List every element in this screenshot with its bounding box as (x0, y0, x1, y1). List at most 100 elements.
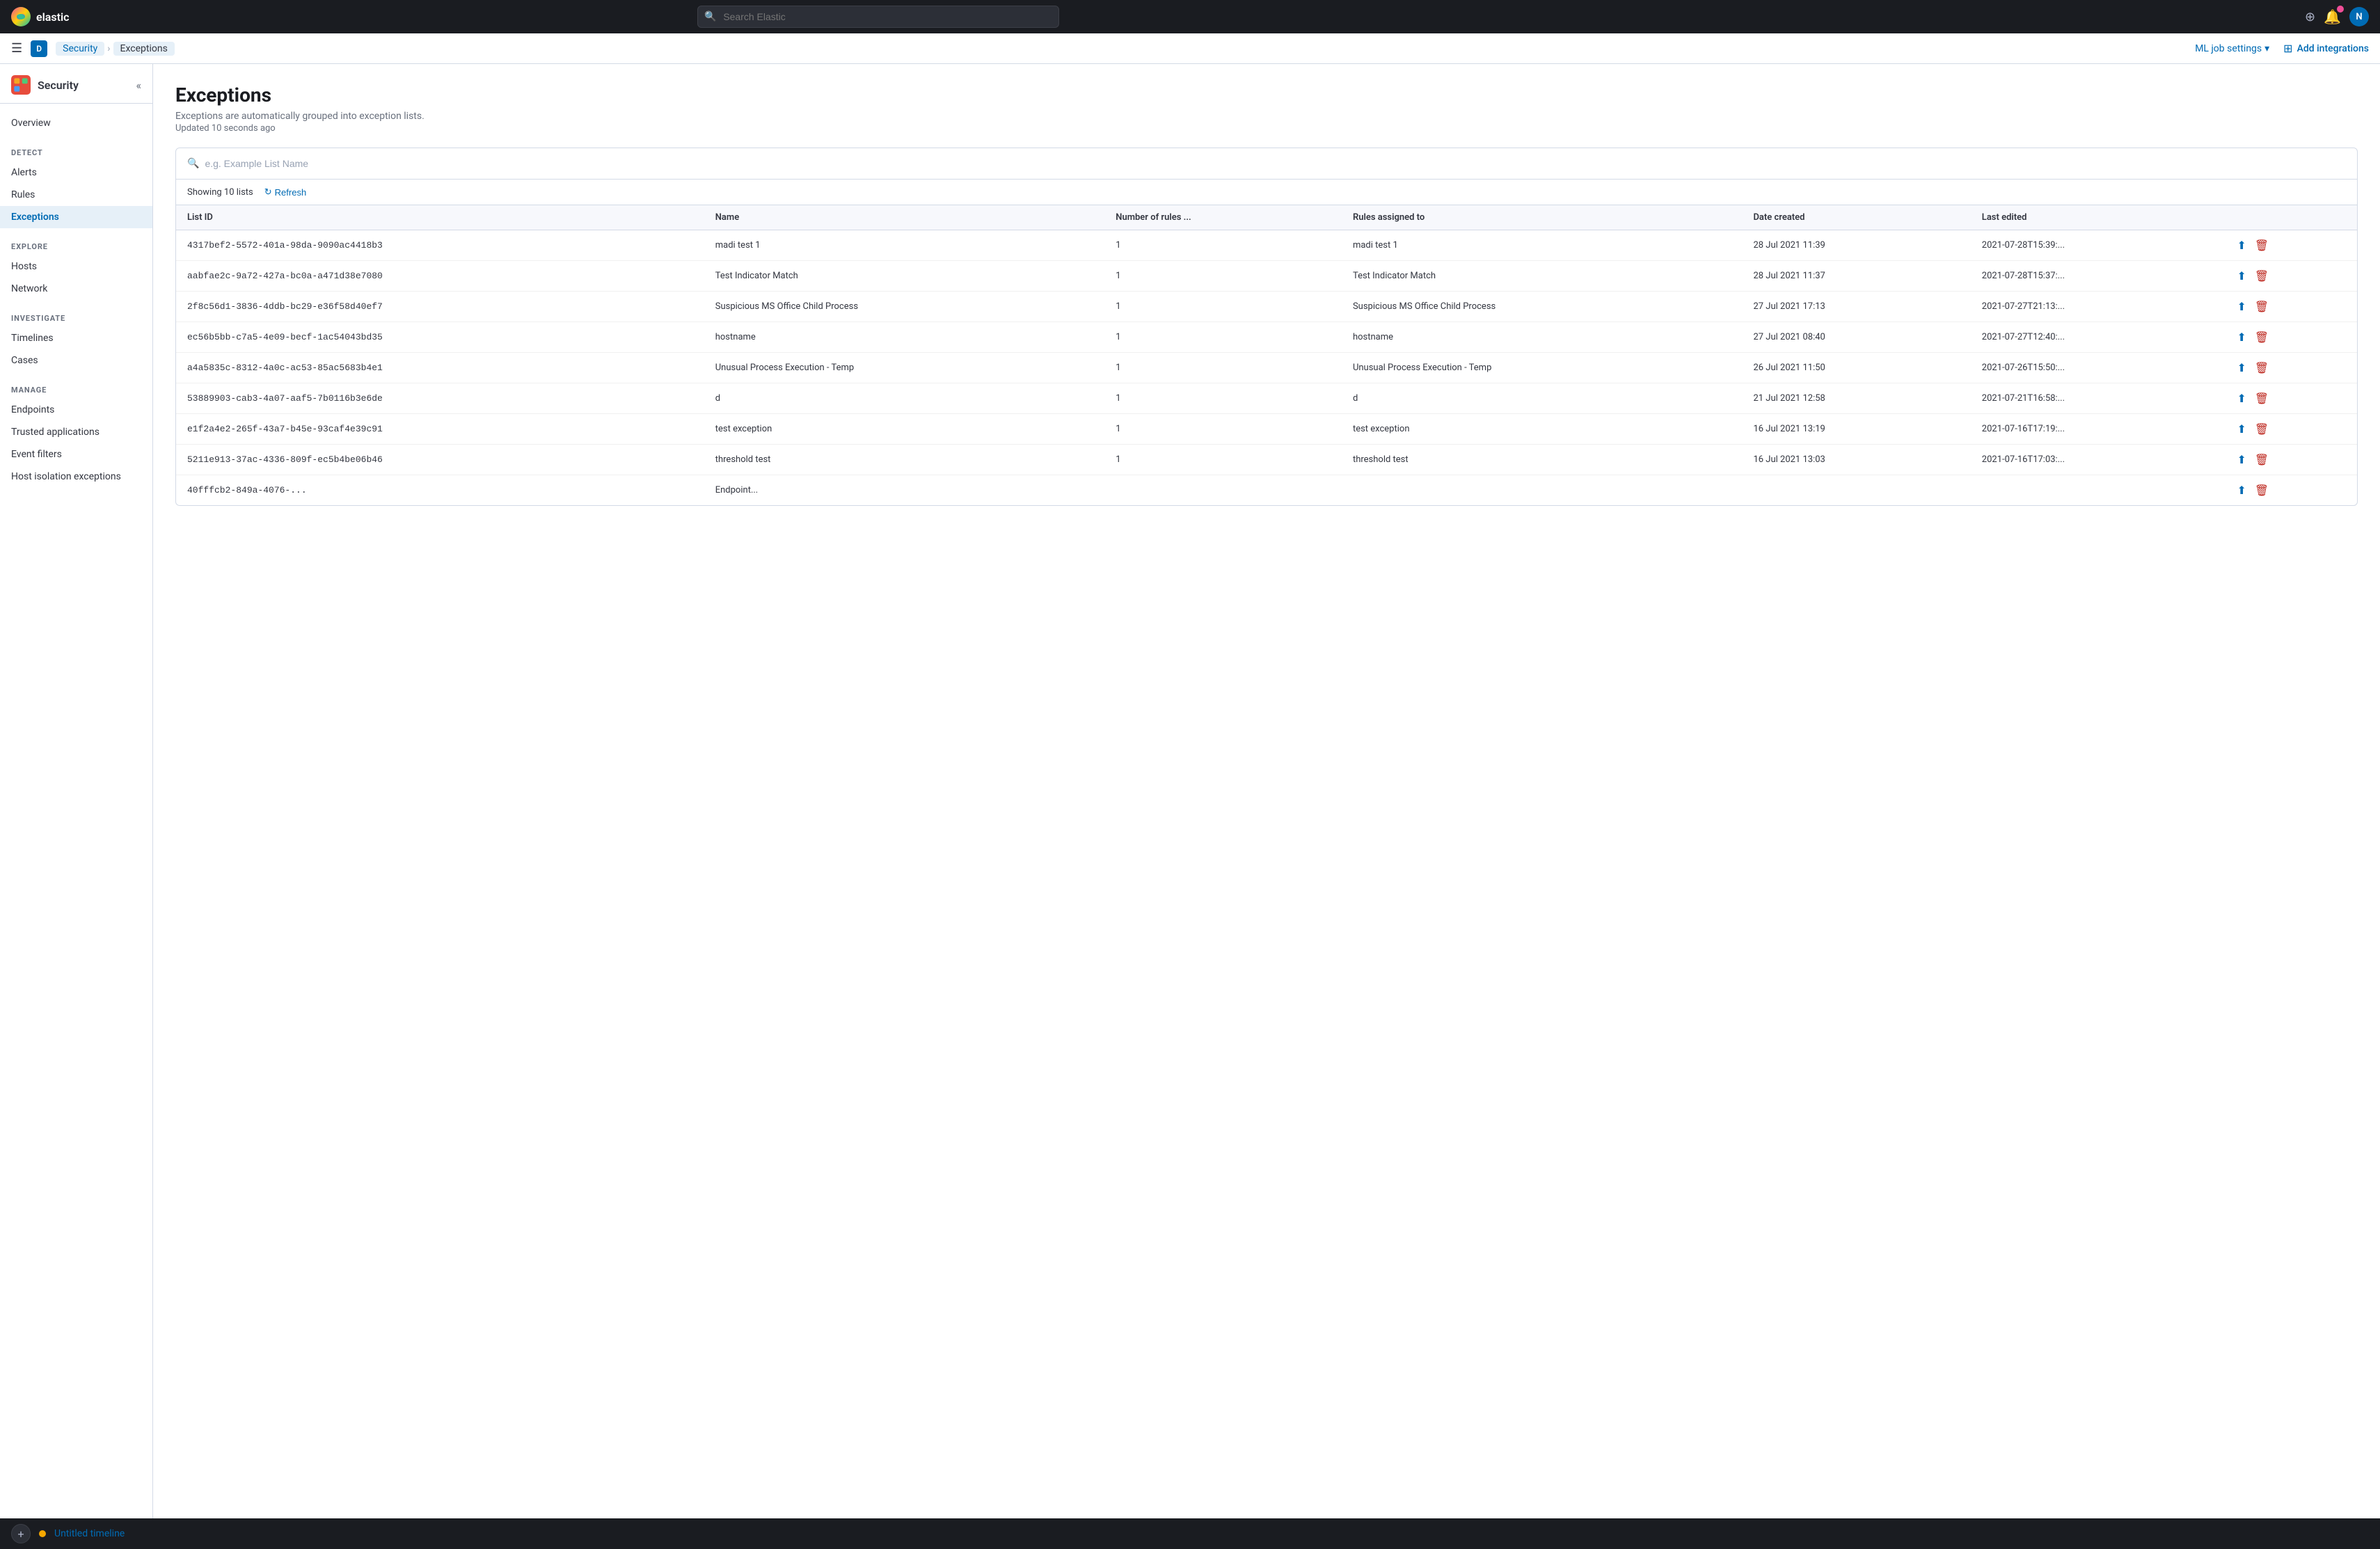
export-icon[interactable]: ⬆ (2237, 484, 2246, 497)
cell-last-edited: 2021-07-27T12:40:... (1971, 322, 2226, 353)
cell-actions: ⬆ 🗑 (2226, 475, 2357, 506)
search-input[interactable] (697, 6, 1059, 28)
sidebar-item-label: Host isolation exceptions (11, 471, 121, 482)
cell-last-edited: 2021-07-16T17:19:... (1971, 414, 2226, 445)
sidebar-item-cases[interactable]: Cases (0, 349, 152, 372)
cell-list-id: aabfae2c-9a72-427a-bc0a-a471d38e7080 (176, 261, 704, 292)
delete-icon[interactable]: 🗑 (2255, 331, 2269, 344)
sidebar-collapse-icon[interactable]: « (136, 79, 141, 92)
notifications-icon[interactable]: 🔔 (2324, 8, 2341, 25)
manage-section-label: Manage (0, 383, 152, 399)
export-icon[interactable]: ⬆ (2237, 361, 2246, 374)
add-integrations-button[interactable]: ⊞ Add integrations (2283, 42, 2369, 55)
cell-rules-assigned[interactable]: hostname (1342, 322, 1743, 353)
cell-last-edited (1971, 475, 2226, 506)
sidebar-item-label: Timelines (11, 333, 54, 344)
cell-rules-count: 1 (1104, 445, 1342, 475)
delete-icon[interactable]: 🗑 (2255, 300, 2269, 313)
delete-icon[interactable]: 🗑 (2255, 453, 2269, 466)
cell-name: Test Indicator Match (704, 261, 1105, 292)
cell-rules-assigned[interactable]: madi test 1 (1342, 230, 1743, 261)
col-rules-assigned: Rules assigned to (1342, 205, 1743, 230)
chevron-down-icon: ▾ (2264, 43, 2269, 54)
sidebar-item-event-filters[interactable]: Event filters (0, 443, 152, 466)
add-timeline-button[interactable]: + (11, 1524, 31, 1543)
cell-list-id: ec56b5bb-c7a5-4e09-becf-1ac54043bd35 (176, 322, 704, 353)
table-row: 53889903-cab3-4a07-aaf5-7b0116b3e6de d 1… (176, 383, 2357, 414)
export-icon[interactable]: ⬆ (2237, 239, 2246, 252)
export-icon[interactable]: ⬆ (2237, 422, 2246, 436)
app-logo[interactable]: elastic (11, 7, 69, 26)
table-row: 4317bef2-5572-401a-98da-9090ac4418b3 mad… (176, 230, 2357, 261)
sidebar-item-label: Overview (11, 118, 51, 129)
cell-rules-assigned[interactable] (1342, 475, 1743, 506)
panel-search-wrapper: 🔍 (187, 158, 2346, 169)
cell-date-created: 21 Jul 2021 12:58 (1742, 383, 1970, 414)
sidebar-item-overview[interactable]: Overview (0, 112, 152, 134)
refresh-button[interactable]: ↻ Refresh (264, 186, 306, 198)
cell-date-created: 27 Jul 2021 17:13 (1742, 292, 1970, 322)
sidebar-item-exceptions[interactable]: Exceptions (0, 206, 152, 228)
table-body: 4317bef2-5572-401a-98da-9090ac4418b3 mad… (176, 230, 2357, 506)
timeline-label[interactable]: Untitled timeline (54, 1528, 125, 1539)
help-icon[interactable]: ⊕ (2305, 10, 2315, 24)
cell-rules-assigned[interactable]: Unusual Process Execution - Temp (1342, 353, 1743, 383)
export-icon[interactable]: ⬆ (2237, 269, 2246, 283)
sidebar-item-trusted-apps[interactable]: Trusted applications (0, 421, 152, 443)
space-badge[interactable]: D (31, 40, 47, 57)
cell-last-edited: 2021-07-26T15:50:... (1971, 353, 2226, 383)
top-nav: elastic 🔍 ⊕ 🔔 N (0, 0, 2380, 33)
sidebar-header: Security « (0, 64, 152, 104)
ml-job-settings-button[interactable]: ML job settings ▾ (2195, 43, 2269, 54)
cell-last-edited: 2021-07-28T15:39:... (1971, 230, 2226, 261)
cell-actions: ⬆ 🗑 (2226, 292, 2357, 322)
notification-badge (2337, 6, 2344, 13)
sidebar-detect-section: Detect Alerts Rules Exceptions (0, 137, 152, 231)
list-search-input[interactable] (205, 158, 2346, 169)
delete-icon[interactable]: 🗑 (2255, 422, 2269, 436)
delete-icon[interactable]: 🗑 (2255, 361, 2269, 374)
table-row: e1f2a4e2-265f-43a7-b45e-93caf4e39c91 tes… (176, 414, 2357, 445)
hamburger-menu[interactable]: ☰ (11, 41, 22, 56)
cell-last-edited: 2021-07-16T17:03:... (1971, 445, 2226, 475)
export-icon[interactable]: ⬆ (2237, 331, 2246, 344)
sidebar-item-network[interactable]: Network (0, 278, 152, 300)
delete-icon[interactable]: 🗑 (2255, 392, 2269, 405)
breadcrumb-separator: › (107, 43, 110, 54)
cell-rules-assigned[interactable]: d (1342, 383, 1743, 414)
table-header: List ID Name Number of rules ... Rules a… (176, 205, 2357, 230)
cell-date-created: 26 Jul 2021 11:50 (1742, 353, 1970, 383)
panel-search[interactable]: 🔍 (176, 148, 2357, 180)
export-icon[interactable]: ⬆ (2237, 392, 2246, 405)
user-avatar[interactable]: N (2349, 7, 2369, 26)
cell-actions: ⬆ 🗑 (2226, 230, 2357, 261)
sidebar-item-timelines[interactable]: Timelines (0, 327, 152, 349)
delete-icon[interactable]: 🗑 (2255, 484, 2269, 497)
cell-rules-count (1104, 475, 1342, 506)
delete-icon[interactable]: 🗑 (2255, 239, 2269, 252)
col-name: Name (704, 205, 1105, 230)
cell-rules-assigned[interactable]: Suspicious MS Office Child Process (1342, 292, 1743, 322)
security-logo-icon (11, 75, 31, 95)
sidebar-item-endpoints[interactable]: Endpoints (0, 399, 152, 421)
page-updated: Updated 10 seconds ago (175, 123, 2358, 134)
cell-rules-assigned[interactable]: test exception (1342, 414, 1743, 445)
sidebar-item-alerts[interactable]: Alerts (0, 161, 152, 184)
cell-last-edited: 2021-07-27T21:13:... (1971, 292, 2226, 322)
breadcrumb-security[interactable]: Security (56, 42, 104, 56)
cell-rules-assigned[interactable]: Test Indicator Match (1342, 261, 1743, 292)
page-title: Exceptions (175, 84, 2358, 106)
sidebar-item-hosts[interactable]: Hosts (0, 255, 152, 278)
cell-rules-count: 1 (1104, 414, 1342, 445)
cell-actions: ⬆ 🗑 (2226, 414, 2357, 445)
export-icon[interactable]: ⬆ (2237, 300, 2246, 313)
delete-icon[interactable]: 🗑 (2255, 269, 2269, 283)
export-icon[interactable]: ⬆ (2237, 453, 2246, 466)
cell-list-id: 5211e913-37ac-4336-809f-ec5b4be06b46 (176, 445, 704, 475)
sidebar-item-rules[interactable]: Rules (0, 184, 152, 206)
sidebar-item-host-isolation[interactable]: Host isolation exceptions (0, 466, 152, 488)
table-row: 40fffcb2-849a-4076-... Endpoint... ⬆ 🗑 (176, 475, 2357, 506)
cell-rules-assigned[interactable]: threshold test (1342, 445, 1743, 475)
cell-last-edited: 2021-07-28T15:37:... (1971, 261, 2226, 292)
global-search[interactable]: 🔍 (697, 6, 1059, 28)
